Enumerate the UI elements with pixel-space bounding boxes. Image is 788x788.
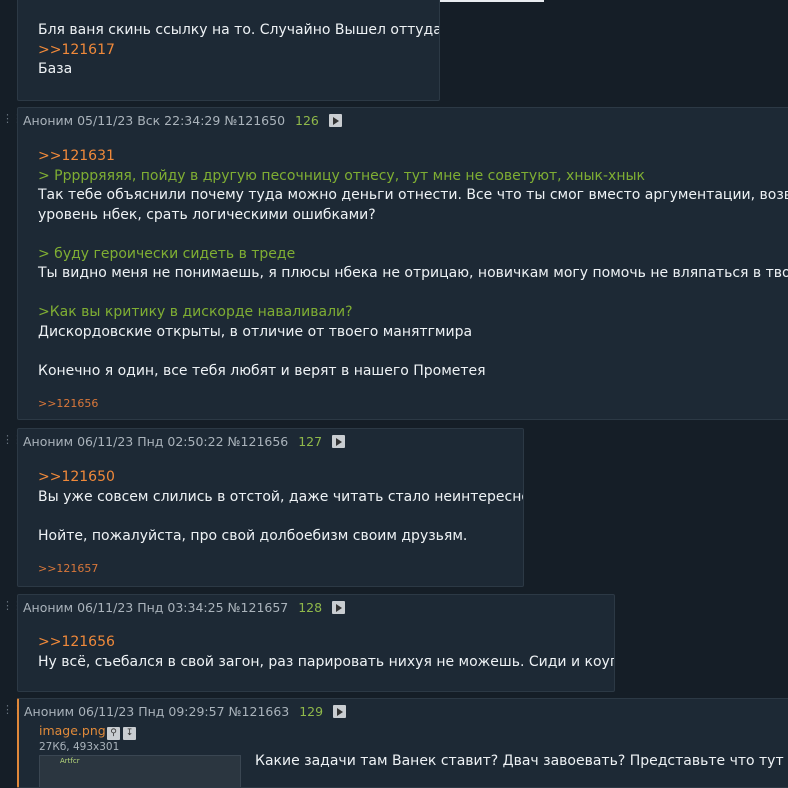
post-body: Какие задачи там Ванек ставит? Двач заво… (255, 752, 788, 772)
expand-play-icon[interactable] (332, 601, 346, 614)
post-id[interactable]: №121657 (228, 600, 289, 615)
file-meta: 27Кб, 493x301 (39, 741, 120, 753)
post: Аноним 06/11/23 Пнд 02:50:22 №121656 127… (17, 428, 524, 587)
quote-line: > буду героически сидеть в треде (38, 245, 296, 262)
post-text: Ты видно меня не понимаешь, я плюсы нбек… (38, 265, 788, 281)
quote-line: >Как вы критику в дискорде наваливали? (38, 304, 353, 320)
post-id[interactable]: №121650 (224, 113, 285, 128)
post-text: Дискордовские открыты, в отличие от твое… (38, 323, 473, 340)
post: Аноним 06/11/23 Пнд 09:29:57 №121663 129… (17, 698, 788, 788)
post: Аноним 06/11/23 Пнд 03:34:25 №121657 128… (17, 594, 615, 692)
reply-link[interactable]: >>121631 (38, 147, 788, 167)
post: Аноним 05/11/23 Вск 22:34:29 №121650 126… (17, 107, 788, 420)
post-date: 05/11/23 Вск 22:34:29 (77, 113, 221, 128)
post-body: Бля ваня скинь ссылку на то. Случайно Вы… (38, 21, 440, 80)
reply-link[interactable]: >>121650 (38, 468, 523, 488)
post-author: Аноним (23, 113, 74, 128)
search-icon[interactable]: ⚲ (107, 727, 120, 740)
post-text: уровень нбек, срать логическими ошибками… (38, 206, 376, 223)
download-icon[interactable]: ↧ (123, 727, 136, 740)
post-date: 06/11/23 Пнд 09:29:57 (78, 704, 225, 719)
file-name-link[interactable]: image.png (39, 723, 106, 738)
post-text: База (38, 61, 73, 77)
replies-link[interactable]: >>121656 (38, 397, 98, 410)
post-text: Бля ваня скинь ссылку на то. Случайно Вы… (38, 22, 440, 38)
post-author: Аноним (24, 704, 75, 719)
file-actions: ⚲ ↧ (107, 723, 139, 740)
post-text: Какие задачи там Ванек ставит? Двач заво… (255, 753, 788, 769)
post-index: 127 (298, 434, 323, 449)
post-text: Вы уже совсем слились в отстой, даже чит… (38, 488, 524, 505)
post-id[interactable]: №121656 (228, 434, 289, 449)
expand-play-icon[interactable] (328, 114, 342, 127)
post-author: Аноним (23, 600, 74, 615)
post-text: Так тебе объяснили почему туда можно ден… (38, 187, 788, 203)
post-index: 126 (295, 113, 319, 128)
post-body: >>121656 Ну всё, съебался в свой загон, … (38, 633, 615, 672)
image-thumbnail[interactable]: Artfcr (39, 755, 241, 787)
post-id[interactable]: №121663 (229, 704, 290, 719)
post-text: Конечно я один, все тебя любят и верят в… (38, 362, 486, 379)
post-index: 129 (299, 704, 324, 719)
replies-link[interactable]: >>121657 (38, 562, 98, 575)
thumbnail-text: Artfcr (60, 757, 80, 765)
post-date: 06/11/23 Пнд 02:50:22 (77, 434, 224, 449)
expand-play-icon[interactable] (333, 705, 347, 718)
post-body: >>121650 Вы уже совсем слились в отстой,… (38, 468, 524, 546)
quote-line: > Ррррряяяя, пойду в другую песочницу от… (38, 167, 646, 184)
post-header: Аноним 06/11/23 Пнд 03:34:25 №121657 128 (23, 600, 346, 615)
post-author: Аноним (23, 434, 74, 449)
post-header: Аноним 05/11/23 Вск 22:34:29 №121650 126 (23, 113, 342, 128)
post-text: Ну всё, съебался в свой загон, раз парир… (38, 653, 615, 670)
reply-link[interactable]: >>121656 (38, 633, 614, 653)
post: Бля ваня скинь ссылку на то. Случайно Вы… (17, 0, 440, 101)
expand-play-icon[interactable] (332, 435, 346, 448)
post-text: Нойте, пожалуйста, про свой долбоебизм с… (38, 527, 468, 544)
post-date: 06/11/23 Пнд 03:34:25 (77, 600, 224, 615)
post-header: Аноним 06/11/23 Пнд 09:29:57 №121663 129 (24, 704, 347, 719)
post-body: >>121631 > Ррррряяяя, пойду в другую пес… (38, 147, 788, 381)
post-index: 128 (298, 600, 323, 615)
post-header: Аноним 06/11/23 Пнд 02:50:22 №121656 127 (23, 434, 346, 449)
reply-link[interactable]: >>121617 (38, 41, 439, 61)
